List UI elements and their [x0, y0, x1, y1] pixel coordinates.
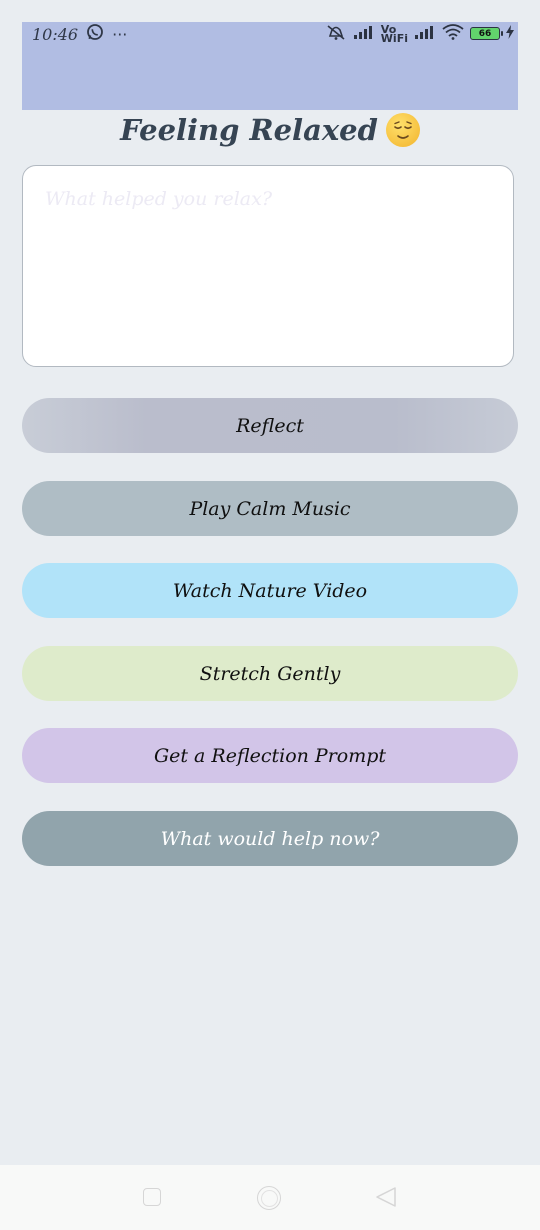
signal-icon-2	[414, 25, 436, 42]
watch-nature-video-button[interactable]: Watch Nature Video	[22, 563, 518, 618]
reflect-button-label: Reflect	[236, 414, 304, 437]
battery-icon: 66	[470, 27, 503, 40]
volte-label: Vo WiFi	[380, 22, 408, 45]
status-right: Vo WiFi 66	[325, 23, 514, 44]
reflection-placeholder: What helped you relax?	[45, 188, 273, 210]
watch-nature-video-label: Watch Nature Video	[172, 579, 368, 602]
more-notifications-icon: ···	[112, 24, 128, 44]
recent-apps-icon[interactable]	[143, 1188, 161, 1206]
what-would-help-button[interactable]: What would help now?	[22, 811, 518, 866]
mute-icon	[325, 23, 347, 44]
status-bar: 10:46 ··· Vo WiFi 66	[22, 22, 518, 110]
relieved-face-emoji	[385, 113, 420, 147]
reflect-button[interactable]: Reflect	[22, 398, 518, 453]
reflection-input[interactable]: What helped you relax?	[22, 165, 514, 367]
reflection-prompt-button[interactable]: Get a Reflection Prompt	[22, 728, 518, 783]
status-time: 10:46	[32, 24, 79, 44]
home-icon[interactable]	[257, 1186, 281, 1210]
navigation-bar	[0, 1165, 540, 1230]
charging-icon	[506, 25, 514, 42]
back-icon[interactable]	[375, 1186, 397, 1212]
stretch-gently-button[interactable]: Stretch Gently	[22, 646, 518, 701]
whatsapp-icon	[86, 23, 104, 45]
page-title-text: Feeling Relaxed	[120, 113, 378, 147]
page-title: Feeling Relaxed	[0, 108, 540, 152]
reflection-prompt-label: Get a Reflection Prompt	[153, 744, 387, 767]
wifi-icon	[442, 24, 464, 43]
play-calm-music-label: Play Calm Music	[189, 497, 351, 520]
stretch-gently-label: Stretch Gently	[199, 662, 341, 685]
what-would-help-label: What would help now?	[160, 827, 380, 850]
signal-icon	[353, 25, 375, 42]
status-left: 10:46 ···	[32, 23, 127, 45]
play-calm-music-button[interactable]: Play Calm Music	[22, 481, 518, 536]
